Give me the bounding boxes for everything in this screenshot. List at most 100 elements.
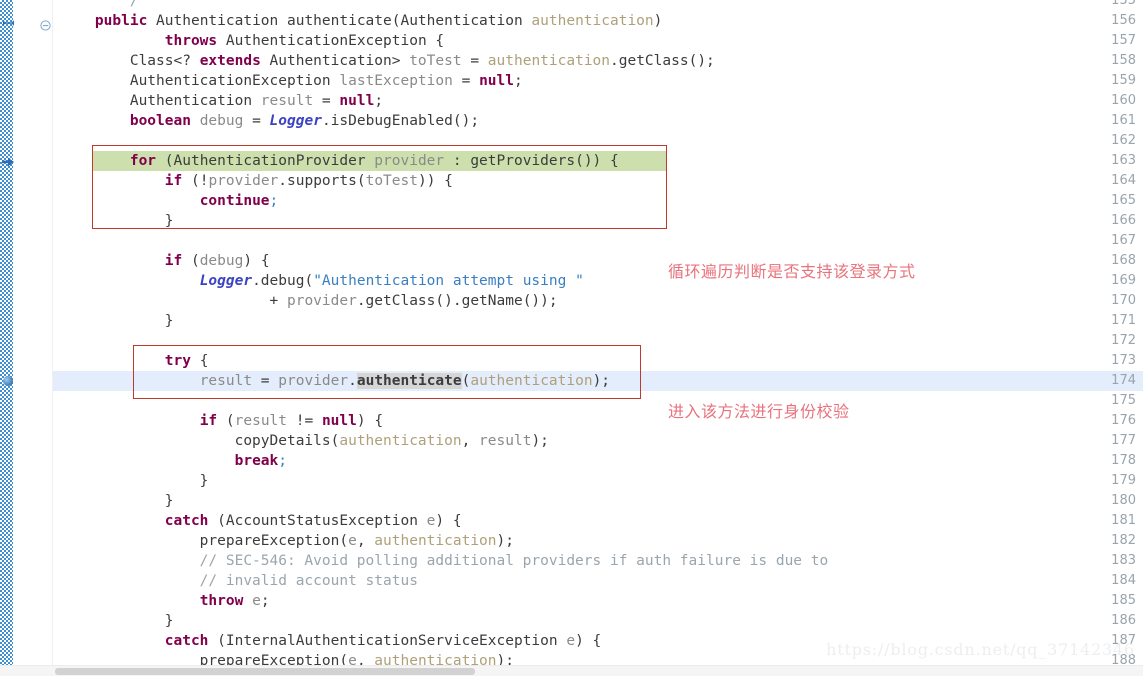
code-line-155[interactable]: /	[0, 0, 1143, 11]
code-token: ,	[356, 533, 375, 549]
code-line-169[interactable]: Logger.debug("Authentication attempt usi…	[0, 271, 1143, 291]
code-token: if	[199, 413, 218, 429]
code-line-180[interactable]: }	[0, 491, 1143, 511]
code-token: =	[313, 93, 340, 109]
code-line-172[interactable]	[0, 331, 1143, 351]
code-text-layer[interactable]: / public Authentication authenticate(Aut…	[0, 0, 1143, 676]
code-token: for	[129, 153, 157, 169]
breakpoint-icon[interactable]	[3, 376, 13, 386]
code-token: .isDebugEnabled();	[321, 113, 480, 129]
code-token: AuthenticationException	[60, 73, 340, 89]
code-line-158[interactable]: Class<? extends Authentication> toTest =…	[0, 51, 1143, 71]
code-line-165[interactable]: continue;	[0, 191, 1143, 211]
horizontal-scrollbar-track[interactable]	[0, 665, 1143, 676]
code-line-181[interactable]: catch (AccountStatusException e) {	[0, 511, 1143, 531]
code-line-166[interactable]: }	[0, 211, 1143, 231]
code-token: (	[217, 413, 235, 429]
code-line-168[interactable]: if (debug) {	[0, 251, 1143, 271]
code-line-183[interactable]: // SEC-546: Avoid polling additional pro…	[0, 551, 1143, 571]
code-token: ;	[278, 453, 287, 469]
code-line-178[interactable]: break;	[0, 451, 1143, 471]
method-override-icon[interactable]	[2, 15, 15, 28]
code-token: null	[321, 413, 357, 429]
code-line-182[interactable]: prepareException(e, authentication);	[0, 531, 1143, 551]
code-line-179[interactable]: }	[0, 471, 1143, 491]
code-line-160[interactable]: Authentication result = null;	[0, 91, 1143, 111]
code-fold-icon[interactable]	[40, 16, 51, 31]
code-token: extends	[199, 53, 261, 69]
code-token: }	[60, 473, 209, 489]
code-editor-viewport[interactable]: / public Authentication authenticate(Aut…	[0, 0, 1143, 676]
code-token: }	[60, 493, 174, 509]
code-line-176[interactable]: if (result != null) {	[0, 411, 1143, 431]
code-token: result	[479, 433, 532, 449]
code-token: null	[339, 93, 375, 109]
changed-lines-stripe[interactable]	[0, 0, 13, 676]
code-token: ) {	[435, 513, 462, 529]
code-line-185[interactable]: throw e;	[0, 591, 1143, 611]
code-line-174[interactable]: result = provider.authenticate(authentic…	[0, 371, 1143, 391]
code-token: break	[234, 453, 279, 469]
code-line-161[interactable]: boolean debug = Logger.isDebugEnabled();	[0, 111, 1143, 131]
line-number-178: 178	[1111, 453, 1136, 468]
code-token: ,	[461, 433, 480, 449]
code-line-171[interactable]: }	[0, 311, 1143, 331]
code-token: Authentication authenticate(Authenticati…	[147, 13, 532, 29]
line-number-186: 186	[1111, 613, 1136, 628]
code-line-159[interactable]: AuthenticationException lastException = …	[0, 71, 1143, 91]
code-token: )) {	[417, 173, 453, 189]
code-line-175[interactable]	[0, 391, 1143, 411]
line-number-165: 165	[1111, 193, 1136, 208]
code-token: authentication	[487, 53, 611, 69]
code-token: throws	[164, 33, 218, 49]
code-line-164[interactable]: if (!provider.supports(toTest)) {	[0, 171, 1143, 191]
code-token: ) {	[575, 633, 602, 649]
code-line-162[interactable]	[0, 131, 1143, 151]
horizontal-scrollbar-thumb[interactable]	[55, 668, 475, 675]
code-line-184[interactable]: // invalid account status	[0, 571, 1143, 591]
code-token: continue	[199, 193, 270, 209]
line-number-156: 156	[1111, 13, 1136, 28]
code-token: .getClass().getName());	[356, 293, 558, 309]
code-token: Logger	[269, 113, 322, 129]
code-token: }	[60, 613, 174, 629]
code-line-177[interactable]: copyDetails(authentication, result);	[0, 431, 1143, 451]
code-token: toTest	[409, 53, 462, 69]
code-line-167[interactable]	[0, 231, 1143, 251]
code-line-157[interactable]: throws AuthenticationException {	[0, 31, 1143, 51]
code-line-186[interactable]: }	[0, 611, 1143, 631]
line-number-162: 162	[1111, 133, 1136, 148]
code-line-163[interactable]: for (AuthenticationProvider provider : g…	[0, 151, 1143, 171]
code-token: Authentication	[60, 93, 261, 109]
code-line-173[interactable]: try {	[0, 351, 1143, 371]
code-token: provider	[278, 373, 349, 389]
code-token: (!	[182, 173, 209, 189]
code-token: e	[566, 633, 576, 649]
code-token: ;	[374, 93, 384, 109]
code-token: authentication	[339, 433, 462, 449]
code-token: if	[164, 253, 183, 269]
code-token: =	[452, 73, 480, 89]
code-token: authentication	[374, 533, 497, 549]
code-line-156[interactable]: public Authentication authenticate(Authe…	[0, 11, 1143, 31]
code-token: (AccountStatusException	[208, 513, 427, 529]
code-token: /	[60, 0, 139, 9]
code-token: .debug(	[252, 273, 314, 289]
line-number-167: 167	[1111, 233, 1136, 248]
code-token: AuthenticationException {	[217, 33, 445, 49]
code-line-170[interactable]: + provider.getClass().getName());	[0, 291, 1143, 311]
line-number-181: 181	[1111, 513, 1136, 528]
code-token: (	[182, 253, 200, 269]
execution-pointer-icon[interactable]	[1, 154, 15, 168]
code-token: authentication	[470, 373, 593, 389]
code-token: );	[592, 373, 611, 389]
line-number-183: 183	[1111, 553, 1136, 568]
code-token: prepareException(	[60, 533, 349, 549]
line-number-180: 180	[1111, 493, 1136, 508]
